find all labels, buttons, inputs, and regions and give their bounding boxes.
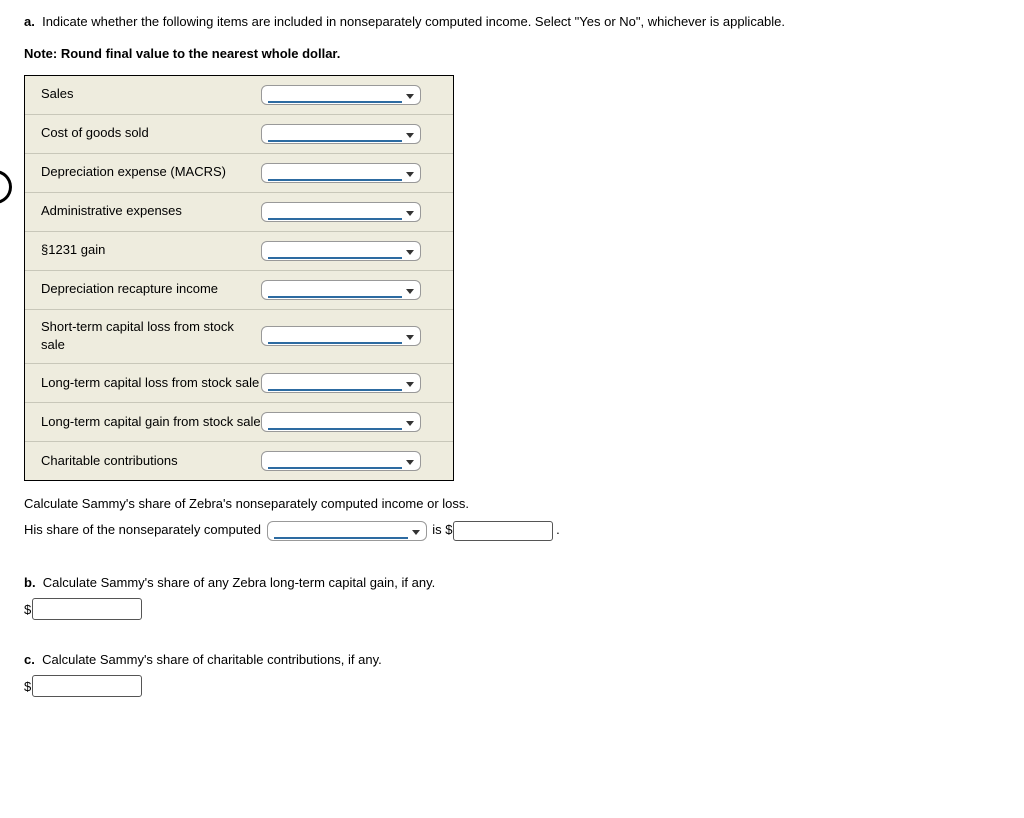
item-label: Administrative expenses [41, 202, 261, 221]
calc-period: . [553, 522, 560, 537]
select-st-cap-loss[interactable] [261, 326, 421, 346]
part-b-section: b. Calculate Sammy's share of any Zebra … [24, 575, 1000, 620]
table-row: Administrative expenses [25, 193, 453, 232]
items-table: Sales Cost of goods sold Depreciation ex… [24, 75, 454, 482]
table-row: §1231 gain [25, 232, 453, 271]
table-row: Sales [25, 76, 453, 115]
select-depreciation-macrs[interactable] [261, 163, 421, 183]
calc-pre-text: His share of the nonseparately computed [24, 522, 265, 537]
item-label: Cost of goods sold [41, 124, 261, 143]
select-lt-cap-loss[interactable] [261, 373, 421, 393]
note-text: Round final value to the nearest whole d… [57, 46, 340, 61]
part-a-prompt: Indicate whether the following items are… [42, 14, 785, 29]
part-a-instruction: a. Indicate whether the following items … [24, 12, 1000, 32]
part-c-letter: c. [24, 652, 35, 667]
currency-symbol: $ [24, 602, 31, 617]
part-a-letter: a. [24, 14, 35, 29]
item-label: §1231 gain [41, 241, 261, 260]
currency-symbol: $ [24, 679, 31, 694]
item-label: Long-term capital gain from stock sale [41, 413, 261, 432]
item-label: Sales [41, 85, 261, 104]
select-admin-expenses[interactable] [261, 202, 421, 222]
table-row: Short-term capital loss from stock sale [25, 310, 453, 365]
select-cogs[interactable] [261, 124, 421, 144]
item-label: Long-term capital loss from stock sale [41, 374, 261, 393]
input-ltcg-amount[interactable] [32, 598, 142, 620]
select-depr-recapture[interactable] [261, 280, 421, 300]
rounding-note: Note: Round final value to the nearest w… [24, 46, 1000, 61]
select-income-or-loss[interactable] [267, 521, 427, 541]
note-prefix: Note: [24, 46, 57, 61]
calc-is-text: is $ [432, 522, 452, 537]
table-row: Charitable contributions [25, 442, 453, 480]
select-sales[interactable] [261, 85, 421, 105]
calc-line1: Calculate Sammy's share of Zebra's nonse… [24, 491, 1000, 517]
table-row: Depreciation expense (MACRS) [25, 154, 453, 193]
part-c-section: c. Calculate Sammy's share of charitable… [24, 652, 1000, 697]
item-label: Depreciation recapture income [41, 280, 261, 299]
calc-line2: His share of the nonseparately computed … [24, 517, 1000, 543]
select-charitable[interactable] [261, 451, 421, 471]
part-b-prompt: Calculate Sammy's share of any Zebra lon… [43, 575, 435, 590]
part-b-letter: b. [24, 575, 36, 590]
item-label: Short-term capital loss from stock sale [41, 318, 261, 356]
table-row: Long-term capital gain from stock sale [25, 403, 453, 442]
input-charitable-amount[interactable] [32, 675, 142, 697]
item-label: Depreciation expense (MACRS) [41, 163, 261, 182]
table-row: Long-term capital loss from stock sale [25, 364, 453, 403]
input-share-amount[interactable] [453, 521, 553, 541]
select-1231-gain[interactable] [261, 241, 421, 261]
table-row: Cost of goods sold [25, 115, 453, 154]
calc-section: Calculate Sammy's share of Zebra's nonse… [24, 491, 1000, 543]
part-c-prompt: Calculate Sammy's share of charitable co… [42, 652, 382, 667]
item-label: Charitable contributions [41, 452, 261, 471]
table-row: Depreciation recapture income [25, 271, 453, 310]
select-lt-cap-gain[interactable] [261, 412, 421, 432]
